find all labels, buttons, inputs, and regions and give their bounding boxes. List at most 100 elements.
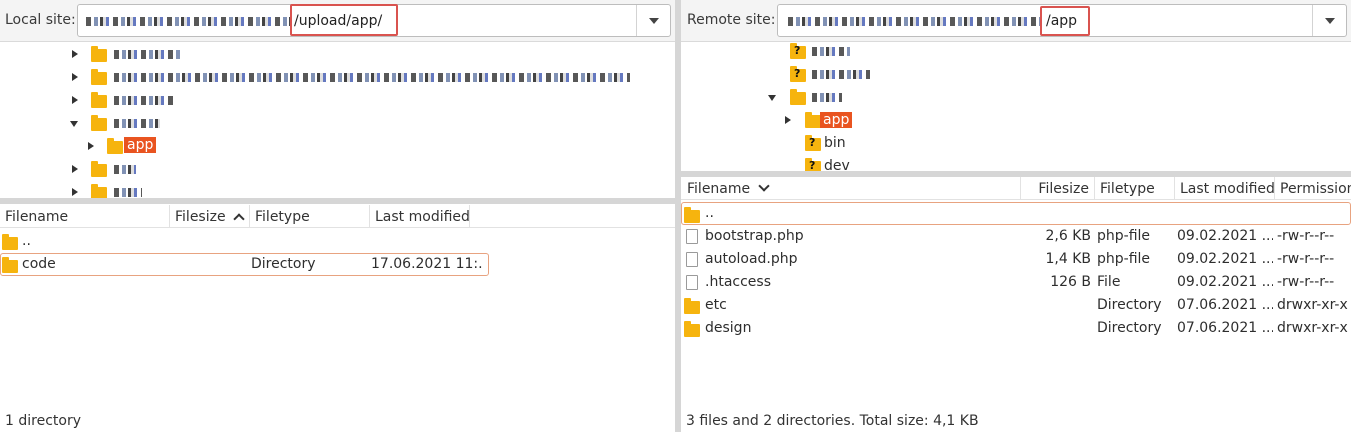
folder-icon xyxy=(91,46,107,62)
chevron-down-icon[interactable] xyxy=(1312,5,1346,36)
file-type: Directory xyxy=(1097,297,1162,313)
folder-icon xyxy=(684,207,700,223)
redacted-name xyxy=(114,73,630,82)
tree-node[interactable] xyxy=(0,112,675,135)
chevron-right-icon[interactable] xyxy=(785,116,791,124)
file-modified: 09.02.2021 ... xyxy=(1177,274,1273,290)
chevron-right-icon[interactable] xyxy=(72,165,78,173)
column-filename[interactable]: Filename xyxy=(681,177,1021,200)
remote-path-highlight xyxy=(1040,6,1090,36)
folder-icon xyxy=(91,184,107,198)
folder-icon xyxy=(684,321,700,337)
column-last-modified[interactable]: Last modified xyxy=(370,205,470,228)
column-filesize[interactable]: Filesize xyxy=(1021,177,1095,200)
redacted-name xyxy=(812,70,870,79)
local-site-label: Local site: xyxy=(5,12,76,28)
tree-node-app[interactable]: app xyxy=(0,135,675,158)
list-item-focused[interactable]: .. xyxy=(681,202,1351,225)
list-item[interactable]: etc Directory 07.06.2021 ... drwxr-xr-x xyxy=(681,294,1351,317)
chevron-right-icon[interactable] xyxy=(72,96,78,104)
folder-icon xyxy=(91,92,107,108)
file-type: File xyxy=(1097,274,1121,290)
file-type: php-file xyxy=(1097,228,1151,244)
column-filesize-label: Filesize xyxy=(175,209,226,225)
file-name: bootstrap.php xyxy=(705,228,804,244)
file-type: Directory xyxy=(251,256,316,272)
remote-site-label: Remote site: xyxy=(687,12,776,28)
tree-node[interactable] xyxy=(681,66,1351,89)
tree-node[interactable] xyxy=(0,89,675,112)
tree-label: bin xyxy=(824,135,846,151)
column-filename[interactable]: Filename xyxy=(0,205,170,228)
chevron-right-icon[interactable] xyxy=(88,142,94,150)
chevron-down-icon[interactable] xyxy=(636,5,670,36)
remote-pane: Remote site: /app app bin xyxy=(681,0,1351,432)
unknown-folder-icon xyxy=(790,66,806,82)
redacted-name xyxy=(114,50,180,59)
tree-node[interactable] xyxy=(0,66,675,89)
file-permissions: drwxr-xr-x xyxy=(1277,297,1348,313)
column-permissions[interactable]: Permission xyxy=(1275,177,1351,200)
local-file-list[interactable]: Filename Filesize Filetype Last modified… xyxy=(0,205,675,432)
redacted-name xyxy=(114,96,174,105)
file-permissions: -rw-r--r-- xyxy=(1277,274,1335,290)
list-item[interactable]: design Directory 07.06.2021 ... drwxr-xr… xyxy=(681,317,1351,340)
column-filetype[interactable]: Filetype xyxy=(250,205,370,228)
remote-file-list[interactable]: Filename Filesize Filetype Last modified… xyxy=(681,177,1351,432)
column-filesize[interactable]: Filesize xyxy=(170,205,250,228)
tree-label: dev xyxy=(824,158,850,171)
folder-icon xyxy=(91,161,107,177)
tree-label: app xyxy=(820,112,853,128)
chevron-right-icon[interactable] xyxy=(72,50,78,58)
column-last-modified[interactable]: Last modified xyxy=(1175,177,1275,200)
tree-node[interactable] xyxy=(681,43,1351,66)
chevron-right-icon[interactable] xyxy=(72,73,78,81)
file-modified: 07.06.2021 ... xyxy=(1177,320,1273,336)
redacted-name xyxy=(114,188,142,197)
list-item-focused[interactable]: code Directory 17.06.2021 11:... xyxy=(0,253,489,276)
local-tree[interactable]: app xyxy=(0,43,675,198)
tree-node-app[interactable]: app xyxy=(681,112,1351,135)
list-item[interactable]: bootstrap.php 2,6 KB php-file 09.02.2021… xyxy=(681,225,1351,248)
folder-icon xyxy=(2,234,18,250)
file-modified: 09.02.2021 ... xyxy=(1177,251,1273,267)
file-permissions: drwxr-xr-x xyxy=(1277,320,1348,336)
unknown-folder-icon xyxy=(790,43,806,59)
folder-icon xyxy=(91,115,107,131)
file-modified: 09.02.2021 ... xyxy=(1177,228,1273,244)
local-status: 1 directory xyxy=(5,413,81,429)
file-name: .. xyxy=(22,233,31,249)
redacted-name xyxy=(812,47,850,56)
folder-icon xyxy=(91,69,107,85)
file-name: code xyxy=(22,256,56,272)
file-size: 1,4 KB xyxy=(1045,251,1092,267)
file-name: etc xyxy=(705,297,727,313)
remote-tree[interactable]: app bin dev xyxy=(681,43,1351,171)
chevron-down-icon[interactable] xyxy=(768,95,776,101)
file-permissions: -rw-r--r-- xyxy=(1277,251,1335,267)
tree-node[interactable] xyxy=(0,43,675,66)
tree-node[interactable] xyxy=(681,89,1351,112)
file-name: .htaccess xyxy=(705,274,771,290)
folder-icon xyxy=(2,257,18,273)
tree-node[interactable]: dev xyxy=(681,158,1351,171)
list-item[interactable]: .htaccess 126 B File 09.02.2021 ... -rw-… xyxy=(681,271,1351,294)
chevron-right-icon[interactable] xyxy=(72,188,78,196)
chevron-down-icon[interactable] xyxy=(70,121,78,127)
local-site-bar: Local site: /upload/app/ xyxy=(0,0,675,42)
file-modified: 07.06.2021 ... xyxy=(1177,297,1273,313)
file-type: php-file xyxy=(1097,251,1151,267)
file-icon xyxy=(686,229,698,244)
tree-node[interactable] xyxy=(0,158,675,181)
unknown-folder-icon xyxy=(805,135,821,151)
local-splitter[interactable] xyxy=(0,198,675,204)
tree-node[interactable] xyxy=(0,181,675,198)
list-item[interactable]: autoload.php 1,4 KB php-file 09.02.2021 … xyxy=(681,248,1351,271)
list-item[interactable]: .. xyxy=(0,230,675,253)
file-name: .. xyxy=(705,205,714,221)
file-size: 126 B xyxy=(1050,274,1091,290)
column-filetype[interactable]: Filetype xyxy=(1095,177,1175,200)
tree-node[interactable]: bin xyxy=(681,135,1351,158)
remote-list-header: Filename Filesize Filetype Last modified… xyxy=(681,177,1351,200)
file-name: design xyxy=(705,320,752,336)
